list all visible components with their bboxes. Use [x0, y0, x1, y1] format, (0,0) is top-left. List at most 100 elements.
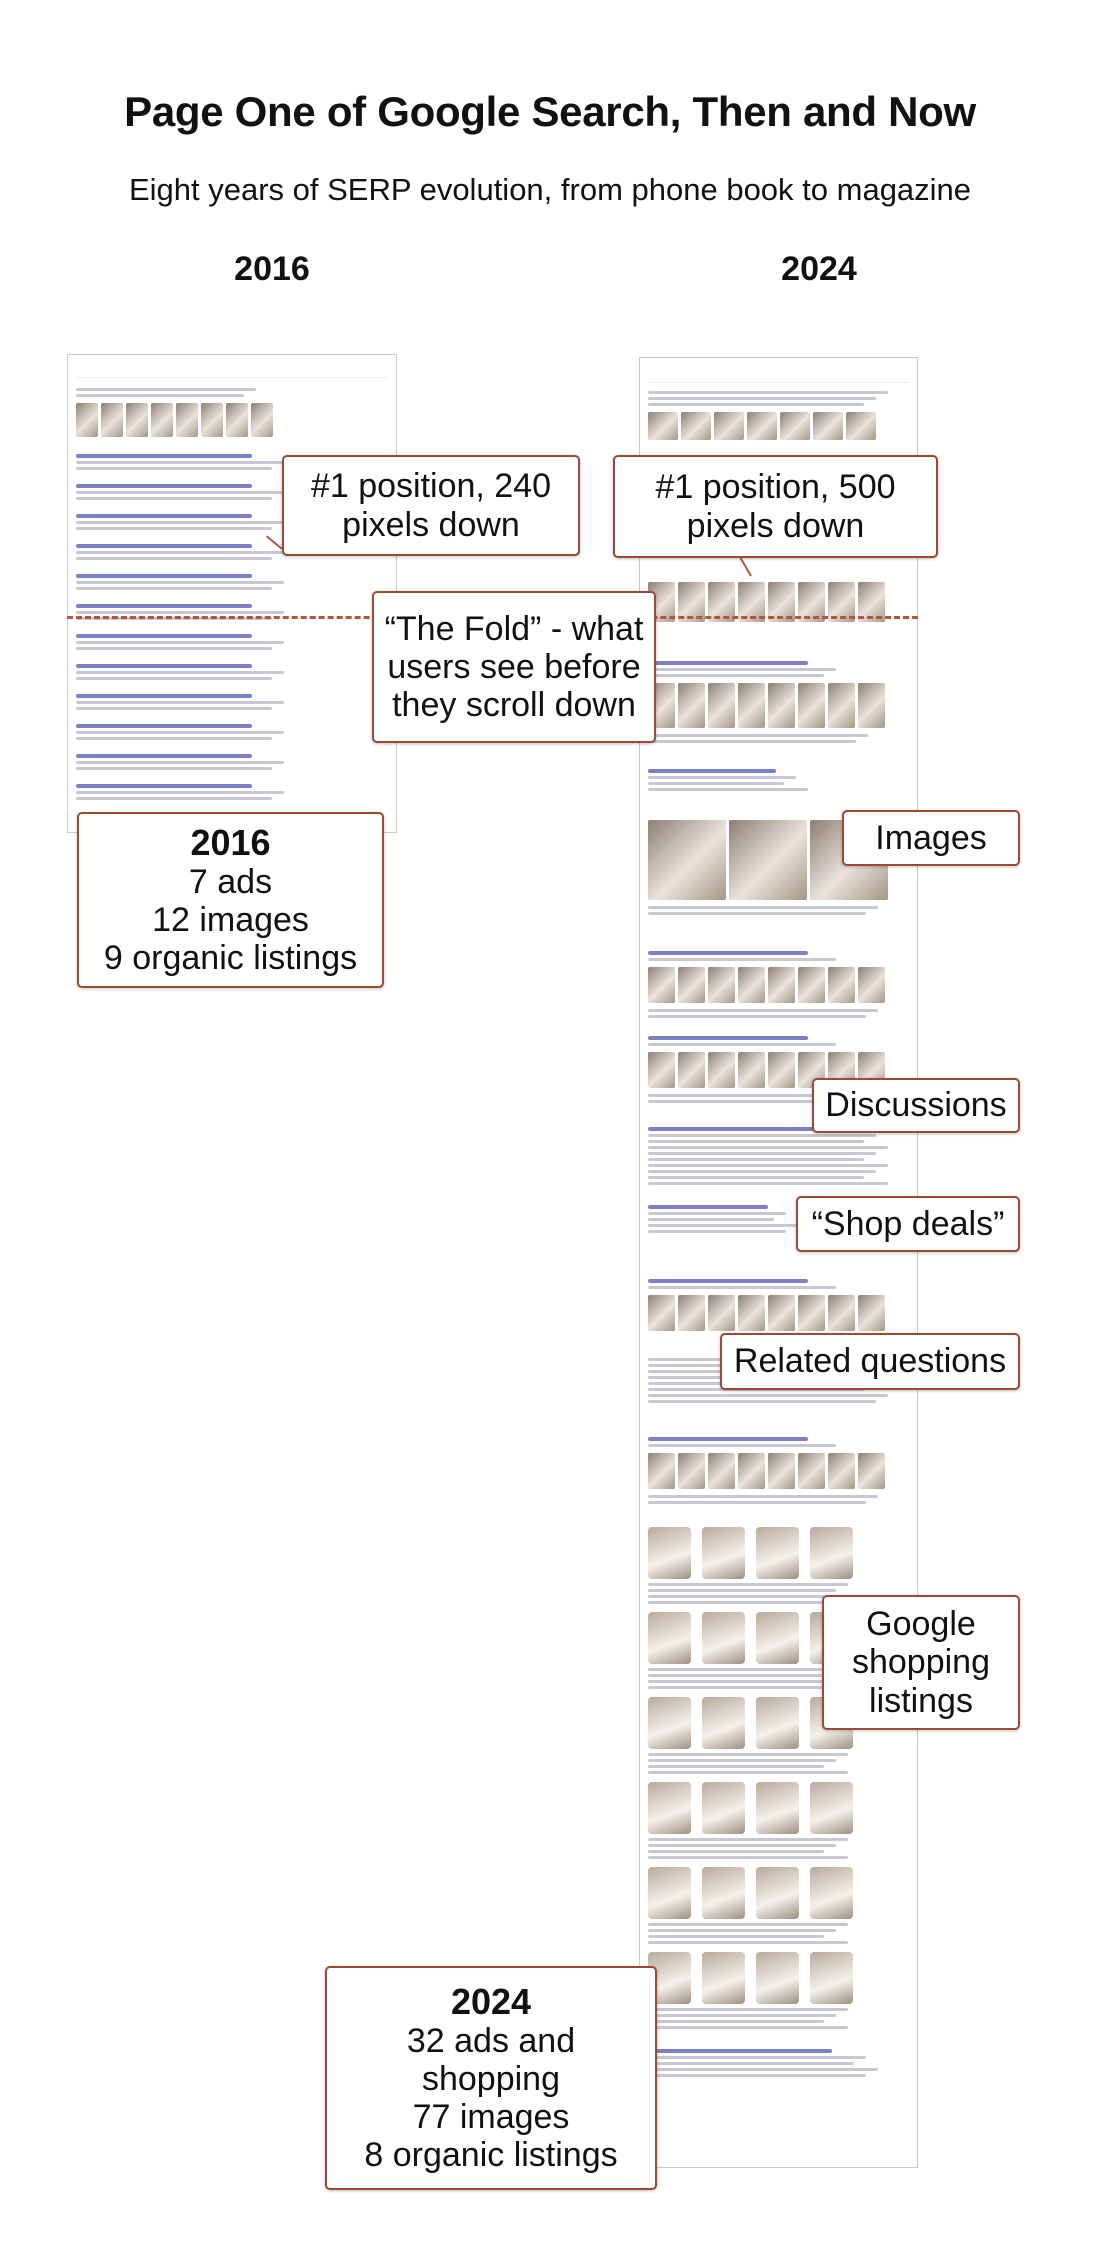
text-line	[648, 1601, 848, 1604]
shopping-row	[648, 1782, 909, 1834]
product-image	[810, 1952, 853, 2004]
thumbnail	[151, 403, 173, 437]
thumbnail	[798, 683, 825, 728]
image-strip	[648, 967, 909, 1003]
text-line	[648, 2074, 866, 2077]
callout-related-questions: Related questions	[720, 1333, 1020, 1390]
text-line	[648, 1146, 888, 1149]
thumbnail	[648, 1295, 675, 1331]
thumbnail	[780, 412, 810, 440]
text-line	[76, 551, 284, 554]
text-line	[648, 1205, 768, 1209]
text-line	[648, 1753, 848, 1756]
summary-2016-organic: 9 organic listings	[103, 939, 358, 978]
thumbnail	[678, 1295, 705, 1331]
product-image	[702, 1527, 745, 1579]
text-line	[76, 707, 272, 710]
product-image	[702, 1697, 745, 1749]
summary-2024-images: 77 images	[412, 2098, 570, 2137]
page-subtitle: Eight years of SERP evolution, from phon…	[128, 172, 972, 207]
product-image	[756, 1527, 799, 1579]
callout-position-2016: #1 position, 240 pixels down	[282, 455, 580, 556]
thumbnail	[176, 403, 198, 437]
text-line	[648, 1765, 824, 1768]
thumbnail	[76, 403, 98, 437]
text-line	[648, 2062, 854, 2065]
text-line	[648, 1495, 878, 1498]
thumbnail	[678, 1052, 705, 1088]
text-line	[76, 677, 272, 680]
text-line	[76, 724, 252, 728]
thumbnail	[738, 1295, 765, 1331]
product-image	[648, 1527, 691, 1579]
product-image	[756, 1782, 799, 1834]
thumbnail	[678, 1453, 705, 1489]
thumbnail	[798, 1453, 825, 1489]
summary-2016-images: 12 images	[152, 901, 309, 940]
text-line	[648, 661, 808, 665]
text-line	[76, 491, 284, 494]
text-line	[76, 611, 284, 614]
thumbnail	[768, 683, 795, 728]
text-line	[76, 694, 252, 698]
text-line	[648, 1218, 774, 1221]
text-line	[648, 1152, 876, 1155]
text-line	[648, 1680, 824, 1683]
text-line	[648, 397, 876, 400]
text-line	[648, 1437, 808, 1441]
thumbnail	[768, 1052, 795, 1088]
thumbnail	[708, 1052, 735, 1088]
text-line	[648, 1170, 876, 1173]
text-line	[648, 1140, 864, 1143]
product-image	[756, 1867, 799, 1919]
callout-shopping: Google shopping listings	[822, 1595, 1020, 1730]
text-line	[648, 1771, 848, 1774]
text-line	[648, 2014, 836, 2017]
text-line	[76, 784, 252, 788]
text-line	[76, 581, 284, 584]
thumbnail	[858, 1453, 885, 1489]
text-line	[648, 1674, 836, 1677]
text-line	[648, 2008, 848, 2011]
text-line	[76, 731, 284, 734]
text-line	[648, 788, 808, 791]
text-line	[648, 668, 836, 671]
image-strip	[76, 403, 388, 437]
thumbnail	[678, 967, 705, 1003]
thumbnail	[828, 967, 855, 1003]
search-bar-mock	[76, 361, 388, 378]
shopping-row	[648, 1527, 909, 1579]
text-line	[648, 1400, 876, 1403]
callout-images: Images	[842, 810, 1020, 866]
summary-2016-ads: 7 ads	[188, 863, 273, 902]
search-bar-mock	[648, 364, 909, 383]
thumbnail	[846, 412, 876, 440]
thumbnail	[798, 1295, 825, 1331]
text-line	[648, 1036, 808, 1040]
thumbnail	[678, 683, 705, 728]
thumbnail	[101, 403, 123, 437]
text-line	[76, 574, 252, 578]
text-line	[648, 1589, 836, 1592]
text-line	[648, 1941, 848, 1944]
thumbnail	[251, 403, 273, 437]
product-image	[702, 1952, 745, 2004]
text-line	[76, 634, 252, 638]
thumbnail	[681, 412, 711, 440]
shopping-row	[648, 1867, 909, 1919]
image-strip	[648, 1453, 909, 1489]
product-image	[810, 1782, 853, 1834]
text-line	[648, 2068, 878, 2071]
text-line	[648, 1444, 836, 1447]
product-image	[702, 1867, 745, 1919]
thumbnail	[729, 820, 807, 900]
